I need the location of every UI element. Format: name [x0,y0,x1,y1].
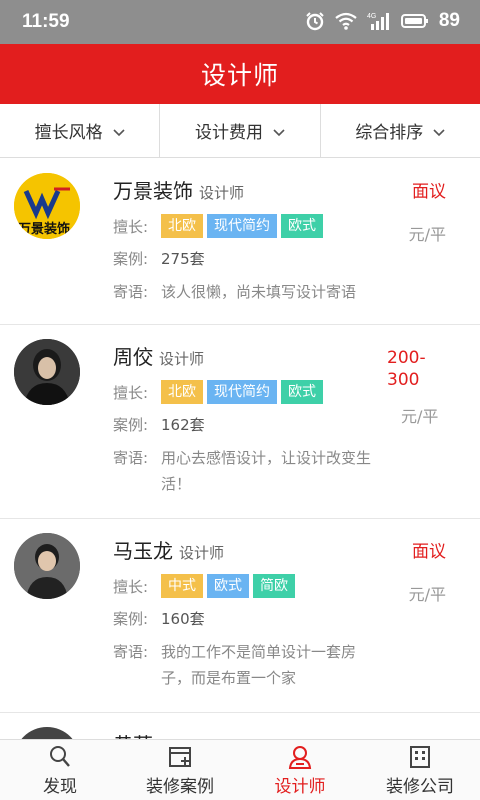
svg-text:4G: 4G [367,13,376,20]
person-photo-icon [14,339,80,405]
chevron-down-icon [113,128,125,136]
style-tag: 欧式 [281,380,323,404]
nav-discover[interactable]: 发现 [0,740,120,800]
designer-card[interactable]: 马玉龙 设计师 擅长: 中式 欧式 简欧 案例: 160套 寄语: 我的工作不是… [0,519,480,713]
motto-text: 我的工作不是简单设计一套房子，而是布置一个家 [161,643,357,687]
nav-label: 装修公司 [386,776,454,797]
designer-card[interactable]: 周佼 设计师 擅长: 北欧 现代简约 欧式 案例: 162套 寄语: 用心去感悟… [0,325,480,519]
battery-level: 89 [438,10,460,31]
specialty-row: 擅长: 北欧 现代简约 欧式 [113,380,383,404]
specialty-row: 擅长: 中式 欧式 简欧 [113,574,383,598]
designer-name: 马玉龙 [113,539,173,563]
filter-fee[interactable]: 设计费用 [160,104,321,157]
designer-name: 周佼 [113,345,153,369]
cases-label: 案例: [113,250,149,268]
motto-label: 寄语: [113,283,149,301]
motto-label: 寄语: [113,643,149,661]
nav-designers[interactable]: 设计师 [240,740,360,800]
cases-count: 160套 [161,610,205,628]
cases-count: 162套 [161,416,205,434]
nav-companies[interactable]: 装修公司 [360,740,480,800]
fee-unit: 元/平 [401,407,439,426]
filter-bar: 擅长风格 设计费用 综合排序 [0,104,480,158]
designer-name: 黄莉 [113,729,153,739]
motto-row: 寄语: 该人很懒，尚未填写设计寄语 [113,279,383,305]
avatar [14,339,80,405]
motto-text: 该人很懒，尚未填写设计寄语 [161,283,357,301]
designer-info: 周佼 设计师 擅长: 北欧 现代简约 欧式 案例: 162套 寄语: 用心去感悟… [113,341,383,497]
nav-label: 发现 [43,776,77,797]
company-logo-icon: 万景装饰 [14,173,80,239]
status-icons: 4G 89 [305,10,460,32]
style-tag: 欧式 [207,574,249,598]
designer-role: 设计师 [179,544,225,562]
style-tag: 欧式 [281,214,323,238]
designer-info: 马玉龙 设计师 擅长: 中式 欧式 简欧 案例: 160套 寄语: 我的工作不是… [113,535,383,691]
company-icon [410,745,430,768]
style-tag: 北欧 [161,380,203,404]
cases-label: 案例: [113,416,149,434]
designer-icon [288,745,312,769]
motto-label: 寄语: [113,449,149,467]
specialty-label: 擅长: [113,577,149,596]
motto-row: 寄语: 用心去感悟设计，让设计改变生活！ [113,445,383,497]
cases-label: 案例: [113,610,149,628]
designer-info: 黄莉 设计师 [113,729,383,739]
filter-sort-label: 综合排序 [355,123,424,143]
cases-row: 案例: 162套 [113,414,383,435]
cases-row: 案例: 160套 [113,608,383,629]
page-title: 设计师 [200,61,279,90]
designer-list: 万景装饰 万景装饰 设计师 擅长: 北欧 现代简约 欧式 案例: 275套 寄语… [0,159,480,739]
filter-style-label: 擅长风格 [34,123,103,143]
chevron-down-icon [433,128,445,136]
style-tag: 中式 [161,574,203,598]
cases-row: 案例: 275套 [113,248,383,269]
avatar [14,727,80,739]
design-fee: 面议 [412,182,446,202]
filter-sort[interactable]: 综合排序 [321,104,480,157]
design-fee: 面议 [412,542,446,562]
nav-label: 设计师 [274,776,326,797]
cases-icon [169,746,191,767]
wifi-icon [335,12,357,30]
designer-role: 设计师 [199,184,245,202]
style-tag: 现代简约 [207,214,277,238]
design-fee: 200-300 [387,348,426,390]
fee-unit: 元/平 [408,585,446,604]
style-tag: 北欧 [161,214,203,238]
app-header: 设计师 [0,44,480,104]
fee-unit: 元/平 [408,225,446,244]
signal-icon: 4G [367,11,391,31]
motto-row: 寄语: 我的工作不是简单设计一套房子，而是布置一个家 [113,639,383,691]
specialty-label: 擅长: [113,383,149,402]
designer-info: 万景装饰 设计师 擅长: 北欧 现代简约 欧式 案例: 275套 寄语: 该人很… [113,175,383,305]
search-icon [50,745,70,767]
specialty-row: 擅长: 北欧 现代简约 欧式 [113,214,383,238]
designer-name: 万景装饰 [113,179,193,203]
cases-count: 275套 [161,250,205,268]
avatar [14,533,80,599]
filter-style[interactable]: 擅长风格 [0,104,161,157]
motto-text: 用心去感悟设计，让设计改变生活！ [161,449,372,493]
chevron-down-icon [273,128,285,136]
designer-card[interactable]: 万景装饰 万景装饰 设计师 擅长: 北欧 现代简约 欧式 案例: 275套 寄语… [0,159,480,325]
battery-icon [400,13,429,29]
avatar: 万景装饰 [14,173,80,239]
status-time: 11:59 [22,11,70,32]
nav-label: 装修案例 [146,776,214,797]
designer-role: 设计师 [159,350,205,368]
status-bar: 11:59 4G 89 [0,0,480,44]
style-tag: 简欧 [253,574,295,598]
style-tag: 现代简约 [207,380,277,404]
specialty-label: 擅长: [113,217,149,236]
filter-fee-label: 设计费用 [194,123,263,143]
bottom-nav: 发现 装修案例 设计师 装修公司 [0,739,480,800]
svg-text:万景装饰: 万景装饰 [17,221,70,237]
designer-card[interactable]: 黄莉 设计师 [0,713,480,739]
alarm-icon [305,11,325,31]
person-photo-icon [14,533,80,599]
nav-cases[interactable]: 装修案例 [120,740,240,800]
